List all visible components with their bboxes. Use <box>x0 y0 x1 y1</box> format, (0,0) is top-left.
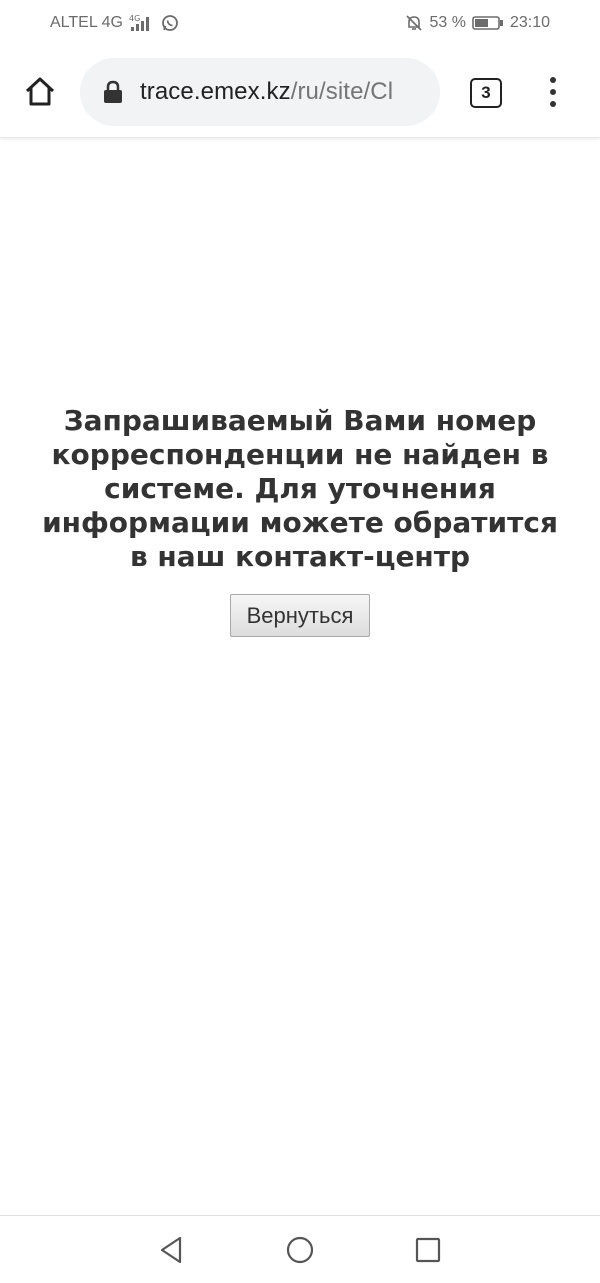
carrier-label: ALTEL 4G <box>50 14 123 31</box>
screen: ALTEL 4G 4G 53 % 23:10 trace.emex.kz/ru/… <box>0 0 600 1283</box>
url-text: trace.emex.kz/ru/site/Cl <box>140 78 393 106</box>
home-circle-icon[interactable] <box>284 1234 316 1266</box>
lock-icon <box>104 80 122 103</box>
url-path: /ru/site/Cl <box>290 78 394 105</box>
menu-dot <box>550 77 556 83</box>
status-left: ALTEL 4G 4G <box>50 14 179 32</box>
status-right: 53 % 23:10 <box>405 14 550 32</box>
menu-dot <box>550 101 556 107</box>
status-bar: ALTEL 4G 4G 53 % 23:10 <box>0 0 600 46</box>
mute-notifications-icon <box>405 14 423 32</box>
browser-toolbar: trace.emex.kz/ru/site/Cl 3 <box>0 46 600 138</box>
more-menu-icon[interactable] <box>540 72 566 112</box>
whatsapp-icon <box>161 14 179 32</box>
recents-square-icon[interactable] <box>412 1234 444 1266</box>
signal-4g-icon: 4G <box>129 14 155 32</box>
home-icon <box>25 77 55 106</box>
tab-switcher-button[interactable]: 3 <box>470 78 502 108</box>
navigation-bar <box>0 1215 600 1283</box>
not-found-message: Запрашиваемый Вами номер корреспонденции… <box>42 404 558 573</box>
home-button[interactable] <box>20 72 60 112</box>
menu-dot <box>550 89 556 95</box>
back-triangle-icon[interactable] <box>156 1234 188 1266</box>
svg-text:4G: 4G <box>129 14 140 23</box>
battery-percent: 53 % <box>429 14 466 31</box>
clock: 23:10 <box>509 14 550 31</box>
address-bar[interactable]: trace.emex.kz/ru/site/Cl <box>80 58 440 126</box>
back-button[interactable]: Вернуться <box>230 594 370 637</box>
url-domain: trace.emex.kz <box>140 78 291 105</box>
battery-icon <box>472 15 504 31</box>
